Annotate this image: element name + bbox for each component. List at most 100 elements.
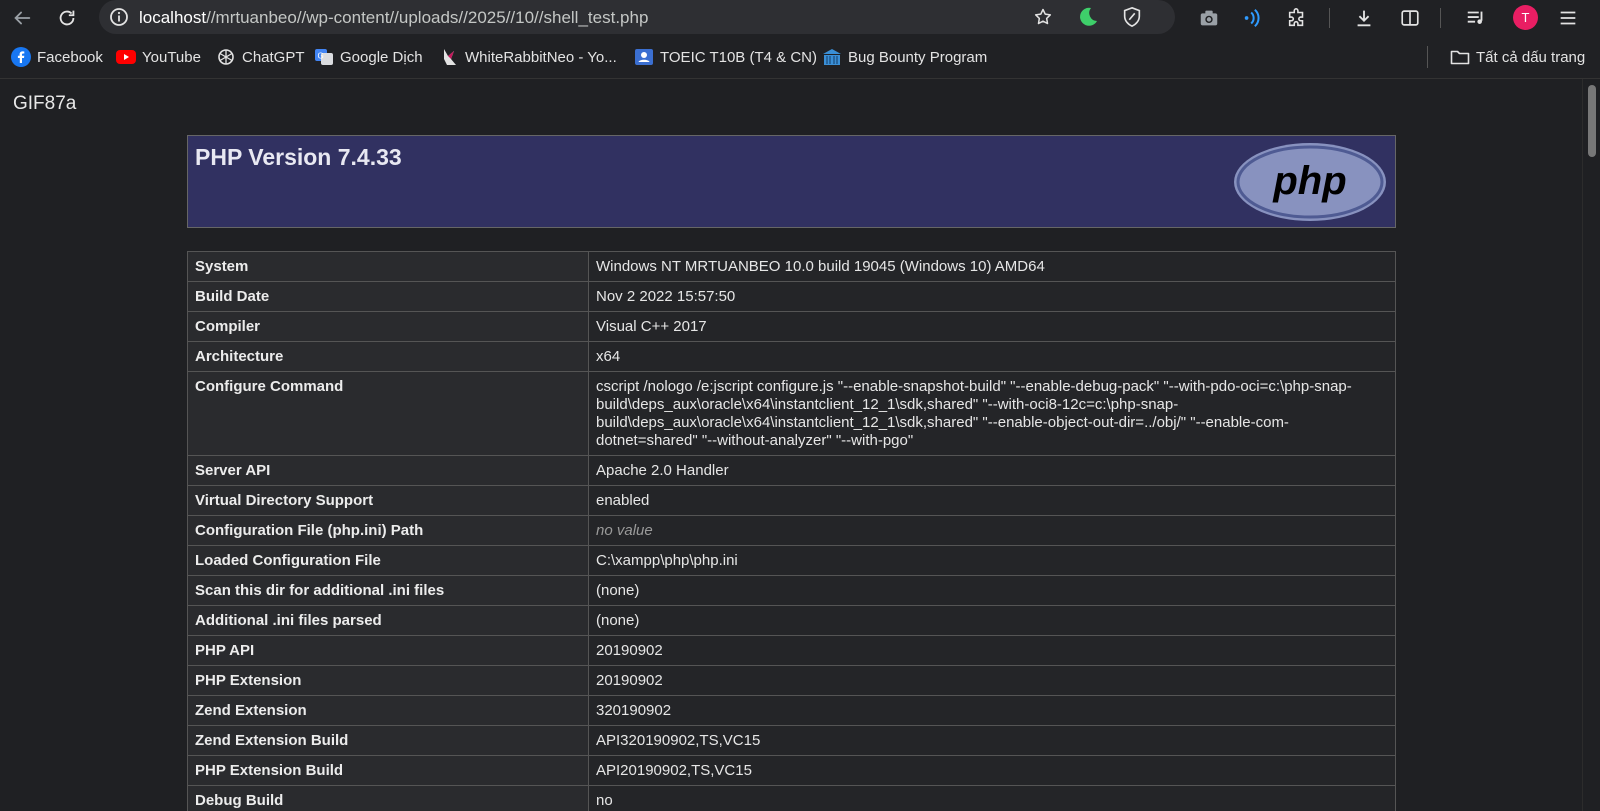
bookmark-label: Bug Bounty Program <box>848 48 988 66</box>
back-icon[interactable] <box>8 4 36 32</box>
star-icon[interactable] <box>1030 4 1056 30</box>
bookmark-youtube[interactable]: YouTube <box>116 46 201 68</box>
url-host: localhost <box>139 8 207 27</box>
table-row: Additional .ini files parsed (none) <box>187 605 1396 636</box>
table-row: Zend Extension Build API320190902,TS,VC15 <box>187 725 1396 756</box>
bookmarks-bar: Facebook YouTube ChatGPT G Google Dịch W… <box>0 36 1600 78</box>
row-key: Configuration File (php.ini) Path <box>187 515 589 546</box>
table-row: PHP Extension 20190902 <box>187 665 1396 696</box>
bookmark-chatgpt[interactable]: ChatGPT <box>216 46 305 68</box>
row-key: Architecture <box>187 341 589 372</box>
bookmark-toeic[interactable]: TOEIC T10B (T4 & CN) <box>634 46 817 68</box>
row-key: PHP Extension <box>187 665 589 696</box>
row-value: (none) <box>588 605 1396 636</box>
row-value: (none) <box>588 575 1396 606</box>
bookmark-google-translate[interactable]: G Google Dịch <box>314 46 423 68</box>
table-row: PHP API 20190902 <box>187 635 1396 666</box>
bookmark-label: YouTube <box>142 48 201 66</box>
row-value: cscript /nologo /e:jscript configure.js … <box>588 371 1396 456</box>
site-info-icon[interactable] <box>109 7 129 27</box>
contact-card-icon <box>634 47 654 67</box>
row-value: C:\xampp\php\php.ini <box>588 545 1396 576</box>
row-value: Nov 2 2022 15:57:50 <box>588 281 1396 312</box>
row-key: Configure Command <box>187 371 589 456</box>
extensions-icon[interactable] <box>1284 5 1310 31</box>
row-value: no <box>588 785 1396 811</box>
row-value: Windows NT MRTUANBEO 10.0 build 19045 (W… <box>588 251 1396 282</box>
row-key: Zend Extension Build <box>187 725 589 756</box>
table-row: Compiler Visual C++ 2017 <box>187 311 1396 342</box>
youtube-icon <box>116 47 136 67</box>
row-key: Compiler <box>187 311 589 342</box>
row-key: Build Date <box>187 281 589 312</box>
row-key: System <box>187 251 589 282</box>
table-row: Server API Apache 2.0 Handler <box>187 455 1396 486</box>
bookmark-label: Google Dịch <box>340 48 423 66</box>
row-value: API320190902,TS,VC15 <box>588 725 1396 756</box>
table-row: Debug Build no <box>187 785 1396 811</box>
row-value: 20190902 <box>588 665 1396 696</box>
side-panel-icon[interactable] <box>1397 5 1423 31</box>
reload-icon[interactable] <box>53 4 81 32</box>
bookmark-label: TOEIC T10B (T4 & CN) <box>660 48 817 66</box>
row-key: Loaded Configuration File <box>187 545 589 576</box>
profile-avatar[interactable]: T <box>1513 5 1538 30</box>
bookmark-facebook[interactable]: Facebook <box>11 46 103 68</box>
page-title: PHP Version 7.4.33 <box>195 144 402 170</box>
table-row: PHP Extension Build API20190902,TS,VC15 <box>187 755 1396 786</box>
php-info-table: System Windows NT MRTUANBEO 10.0 build 19… <box>187 251 1396 811</box>
download-icon[interactable] <box>1351 5 1377 31</box>
scrollbar-thumb[interactable] <box>1588 85 1596 157</box>
svg-text:G: G <box>318 52 324 61</box>
table-row: Virtual Directory Support enabled <box>187 485 1396 516</box>
page-viewport: GIF87a PHP Version 7.4.33 php System Wind… <box>0 78 1600 811</box>
row-value: x64 <box>588 341 1396 372</box>
folder-icon <box>1450 47 1470 67</box>
php-logo-text: php <box>1272 159 1346 203</box>
bookmark-whiterabbitneo[interactable]: WhiteRabbitNeo - Yo... <box>439 46 617 68</box>
address-bar[interactable]: localhost//mrtuanbeo//wp-content//upload… <box>99 0 1175 34</box>
bookmarks-separator <box>1427 46 1428 68</box>
row-key: PHP Extension Build <box>187 755 589 786</box>
url-text[interactable]: localhost//mrtuanbeo//wp-content//upload… <box>139 8 648 28</box>
table-row: Configure Command cscript /nologo /e:jscr… <box>187 371 1396 456</box>
all-bookmarks-label: Tất cả dấu trang <box>1476 48 1586 66</box>
row-key: Server API <box>187 455 589 486</box>
rabbit-icon <box>439 47 459 67</box>
row-value: API20190902,TS,VC15 <box>588 755 1396 786</box>
table-row: Build Date Nov 2 2022 15:57:50 <box>187 281 1396 312</box>
shield-extension-icon[interactable] <box>1119 4 1145 30</box>
table-row: Scan this dir for additional .ini files(… <box>187 575 1396 606</box>
row-value: 320190902 <box>588 695 1396 726</box>
bookmark-bug-bounty[interactable]: Bug Bounty Program <box>822 46 987 68</box>
bookmark-label: Facebook <box>37 48 103 66</box>
gif-header-text: GIF87a <box>13 93 77 114</box>
row-value: Visual C++ 2017 <box>588 311 1396 342</box>
row-key: Additional .ini files parsed <box>187 605 589 636</box>
row-value: Apache 2.0 Handler <box>588 455 1396 486</box>
table-row: Configuration File (php.ini) Path no valu… <box>187 515 1396 546</box>
browser-toolbar: localhost//mrtuanbeo//wp-content//upload… <box>0 0 1600 36</box>
row-value: 20190902 <box>588 635 1396 666</box>
row-value: no value <box>588 515 1396 546</box>
row-key: Virtual Directory Support <box>187 485 589 516</box>
moon-extension-icon[interactable] <box>1075 4 1101 30</box>
camera-icon[interactable] <box>1196 5 1222 31</box>
wifi-extension-icon[interactable] <box>1240 5 1266 31</box>
all-bookmarks[interactable]: Tất cả dấu trang <box>1450 46 1585 68</box>
google-translate-icon: G <box>314 47 334 67</box>
chatgpt-icon <box>216 47 236 67</box>
building-icon <box>822 47 842 67</box>
php-logo[interactable]: php <box>1232 141 1388 223</box>
facebook-icon <box>11 47 31 67</box>
scrollbar[interactable] <box>1582 79 1600 811</box>
php-version-header: PHP Version 7.4.33 php <box>187 135 1396 228</box>
table-row: Zend Extension 320190902 <box>187 695 1396 726</box>
reading-list-icon[interactable] <box>1463 5 1489 31</box>
table-row: Architecture x64 <box>187 341 1396 372</box>
bookmark-label: WhiteRabbitNeo - Yo... <box>465 48 617 66</box>
row-key: Zend Extension <box>187 695 589 726</box>
menu-icon[interactable] <box>1555 5 1581 31</box>
row-key: Scan this dir for additional .ini files <box>187 575 589 606</box>
row-key: Debug Build <box>187 785 589 811</box>
